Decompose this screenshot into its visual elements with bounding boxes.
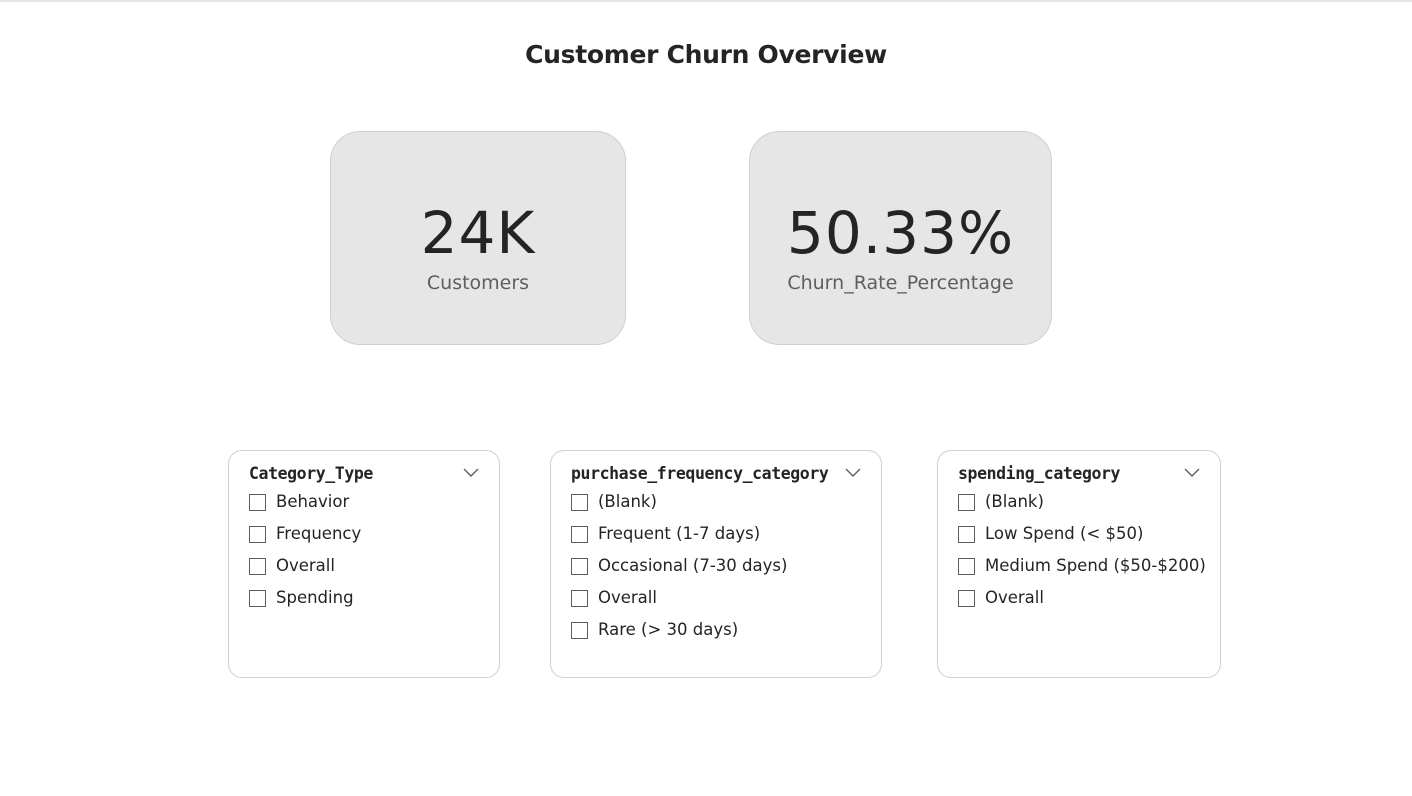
checkbox[interactable] bbox=[249, 494, 266, 511]
slicer-header: spending_category bbox=[958, 464, 1200, 486]
slicer-item-label: Low Spend (< $50) bbox=[985, 524, 1144, 543]
churn-rate-value: 50.33% bbox=[786, 199, 1015, 267]
checkbox[interactable] bbox=[249, 558, 266, 575]
checkbox[interactable] bbox=[958, 590, 975, 607]
slicer-item-blank[interactable]: (Blank) bbox=[571, 492, 871, 524]
slicer-item-label: Rare (> 30 days) bbox=[598, 620, 739, 639]
slicer-item-frequent[interactable]: Frequent (1-7 days) bbox=[571, 524, 871, 556]
slicer-title: Category_Type bbox=[249, 464, 373, 483]
page-title: Customer Churn Overview bbox=[525, 40, 887, 69]
slicer-title: purchase_frequency_category bbox=[571, 464, 829, 483]
slicer-item-label: Frequency bbox=[276, 524, 362, 543]
slicer-items: Behavior Frequency Overall Spending bbox=[249, 492, 489, 620]
slicer-item-label: Overall bbox=[598, 588, 657, 607]
slicer-item-behavior[interactable]: Behavior bbox=[249, 492, 489, 524]
slicer-item-label: Overall bbox=[985, 588, 1044, 607]
slicer-title: spending_category bbox=[958, 464, 1121, 483]
chevron-down-icon[interactable] bbox=[845, 465, 861, 479]
slicer-header: Category_Type bbox=[249, 464, 479, 486]
slicer-items: (Blank) Low Spend (< $50) Medium Spend (… bbox=[958, 492, 1210, 620]
slicer-item-low-spend[interactable]: Low Spend (< $50) bbox=[958, 524, 1210, 556]
slicer-item-blank[interactable]: (Blank) bbox=[958, 492, 1210, 524]
checkbox[interactable] bbox=[958, 558, 975, 575]
slicer-item-label: Medium Spend ($50-$200) bbox=[985, 556, 1206, 575]
checkbox[interactable] bbox=[571, 558, 588, 575]
checkbox[interactable] bbox=[958, 526, 975, 543]
slicer-header: purchase_frequency_category bbox=[571, 464, 861, 486]
churn-rate-label: Churn_Rate_Percentage bbox=[787, 272, 1014, 294]
slicer-item-overall[interactable]: Overall bbox=[249, 556, 489, 588]
slicer-item-label: Occasional (7-30 days) bbox=[598, 556, 788, 575]
chevron-down-icon[interactable] bbox=[463, 465, 479, 479]
checkbox[interactable] bbox=[249, 590, 266, 607]
slicer-item-label: (Blank) bbox=[985, 492, 1044, 511]
slicer-item-spending[interactable]: Spending bbox=[249, 588, 489, 620]
churn-rate-card[interactable]: 50.33% Churn_Rate_Percentage bbox=[749, 131, 1052, 345]
customers-value: 24K bbox=[420, 199, 536, 267]
checkbox[interactable] bbox=[958, 494, 975, 511]
checkbox[interactable] bbox=[571, 494, 588, 511]
checkbox[interactable] bbox=[571, 590, 588, 607]
slicer-item-label: Frequent (1-7 days) bbox=[598, 524, 761, 543]
slicer-item-medium-spend[interactable]: Medium Spend ($50-$200) bbox=[958, 556, 1210, 588]
slicer-item-label: Spending bbox=[276, 588, 354, 607]
customers-card[interactable]: 24K Customers bbox=[330, 131, 626, 345]
slicer-item-occasional[interactable]: Occasional (7-30 days) bbox=[571, 556, 871, 588]
slicer-item-label: Behavior bbox=[276, 492, 350, 511]
slicer-item-label: (Blank) bbox=[598, 492, 657, 511]
customers-label: Customers bbox=[426, 272, 530, 294]
slicer-item-frequency[interactable]: Frequency bbox=[249, 524, 489, 556]
checkbox[interactable] bbox=[571, 526, 588, 543]
checkbox[interactable] bbox=[571, 622, 588, 639]
slicer-item-rare[interactable]: Rare (> 30 days) bbox=[571, 620, 871, 652]
checkbox[interactable] bbox=[249, 526, 266, 543]
slicer-item-label: Overall bbox=[276, 556, 335, 575]
slicer-item-overall[interactable]: Overall bbox=[958, 588, 1210, 620]
category-type-slicer: Category_Type Behavior Frequency Overall… bbox=[228, 450, 500, 678]
chevron-down-icon[interactable] bbox=[1184, 465, 1200, 479]
top-divider bbox=[0, 0, 1412, 2]
spending-category-slicer: spending_category (Blank) Low Spend (< $… bbox=[937, 450, 1221, 678]
purchase-frequency-slicer: purchase_frequency_category (Blank) Freq… bbox=[550, 450, 882, 678]
slicer-item-overall[interactable]: Overall bbox=[571, 588, 871, 620]
slicer-items: (Blank) Frequent (1-7 days) Occasional (… bbox=[571, 492, 871, 652]
